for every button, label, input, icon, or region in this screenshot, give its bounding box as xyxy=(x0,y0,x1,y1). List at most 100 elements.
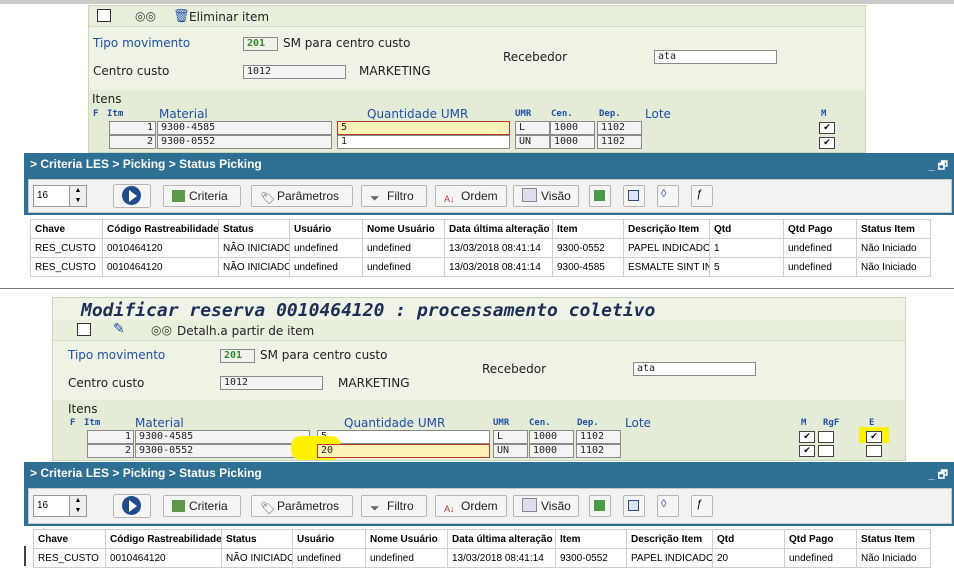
criteria-button[interactable]: Criteria xyxy=(163,185,241,207)
row-material[interactable]: 9300-4585 xyxy=(135,430,310,444)
centro-custo-field[interactable]: 1012 xyxy=(243,65,346,79)
col-chave[interactable]: Chave xyxy=(30,219,103,239)
page-size-spinner[interactable]: 16 ▲ ▼ xyxy=(33,185,87,207)
recebedor-field[interactable]: ata xyxy=(633,362,756,376)
col-status-item[interactable]: Status Item xyxy=(856,529,931,549)
glasses-icon[interactable]: ◎◎ xyxy=(151,323,172,337)
row-centro[interactable]: 1000 xyxy=(529,444,574,458)
filtro-label: Filtro xyxy=(387,189,414,203)
window-controls[interactable]: _ 🗗 xyxy=(928,466,948,485)
col-status[interactable]: Status xyxy=(221,529,293,549)
col-cen: Cen. xyxy=(529,418,551,428)
row-umr[interactable]: UN xyxy=(515,135,550,149)
filtro-button[interactable]: ⏷ Filtro xyxy=(361,185,427,207)
new-document-icon[interactable] xyxy=(77,323,91,336)
row-quantidade-input[interactable]: 5 xyxy=(337,121,510,135)
row-quantidade-input[interactable]: 20 xyxy=(317,444,490,458)
row-material[interactable]: 9300-0552 xyxy=(157,135,332,149)
row-quantidade-input[interactable]: 1 xyxy=(337,135,510,149)
save-button[interactable] xyxy=(623,495,645,517)
tipo-movimento-code[interactable]: 201 xyxy=(220,349,255,363)
row-m-checkbox[interactable]: ✔ xyxy=(819,122,835,134)
code-view-button[interactable]: ◊ xyxy=(657,495,679,517)
col-nome-usuario[interactable]: Nome Usuário xyxy=(362,219,445,239)
row-m-checkbox[interactable]: ✔ xyxy=(819,137,835,149)
code-view-button[interactable]: ◊ xyxy=(657,185,679,207)
row-deposito[interactable]: 1102 xyxy=(576,444,621,458)
criteria-button[interactable]: Criteria xyxy=(163,495,241,517)
visao-button[interactable]: Visão xyxy=(513,185,579,207)
col-data[interactable]: Data última alteração xyxy=(447,529,556,549)
run-button[interactable] xyxy=(113,184,151,208)
parametros-button[interactable]: 🏷 Parâmetros xyxy=(251,185,353,207)
export-excel-button[interactable] xyxy=(589,185,611,207)
col-item[interactable]: Item xyxy=(555,529,627,549)
page-size-spinner[interactable]: 16 ▲ ▼ xyxy=(33,495,87,517)
table-row[interactable]: RES_CUSTO 0010464120 NÃO INICIADO undefined… xyxy=(30,238,931,258)
criteria-icon xyxy=(172,500,185,512)
col-lote: Lote xyxy=(625,416,651,430)
col-data[interactable]: Data última alteração xyxy=(444,219,553,239)
export-excel-button[interactable] xyxy=(589,495,611,517)
col-codigo[interactable]: Código Rastreabilidade xyxy=(105,529,222,549)
col-nome-usuario[interactable]: Nome Usuário xyxy=(365,529,448,549)
col-usuario[interactable]: Usuário xyxy=(289,219,363,239)
row-centro[interactable]: 1000 xyxy=(550,121,595,135)
centro-custo-field[interactable]: 1012 xyxy=(220,376,323,390)
row-deposito[interactable]: 1102 xyxy=(597,135,642,149)
row-rgf-checkbox[interactable] xyxy=(818,431,834,443)
row-e-checkbox[interactable]: ✔ xyxy=(866,431,882,443)
row-centro[interactable]: 1000 xyxy=(529,430,574,444)
row-rgf-checkbox[interactable] xyxy=(818,445,834,457)
filtro-button[interactable]: ⏷ Filtro xyxy=(361,495,427,517)
tipo-movimento-code[interactable]: 201 xyxy=(243,37,278,51)
col-item[interactable]: Item xyxy=(552,219,624,239)
row-deposito[interactable]: 1102 xyxy=(597,121,642,135)
save-button[interactable] xyxy=(623,185,645,207)
table-row[interactable]: RES_CUSTO 0010464120 NÃO INICIADO undefined… xyxy=(33,548,931,568)
pencil-icon[interactable]: ✎ xyxy=(113,320,125,337)
row-centro[interactable]: 1000 xyxy=(550,135,595,149)
new-document-icon[interactable] xyxy=(97,9,111,22)
row-quantidade-input[interactable]: 5 xyxy=(317,430,490,444)
row-material[interactable]: 9300-0552 xyxy=(135,444,310,458)
parametros-button[interactable]: 🏷 Parâmetros xyxy=(251,495,353,517)
delete-item-button[interactable]: Eliminar item xyxy=(189,10,269,24)
row-m-checkbox[interactable]: ✔ xyxy=(799,431,815,443)
col-descricao[interactable]: Descrição Item xyxy=(623,219,710,239)
ordem-button[interactable]: A↓ Ordem xyxy=(435,185,507,207)
col-chave[interactable]: Chave xyxy=(33,529,106,549)
formula-button[interactable]: ƒ xyxy=(691,185,713,207)
breadcrumb[interactable]: > Criteria LES > Picking > Status Pickin… xyxy=(30,466,262,480)
row-umr[interactable]: L xyxy=(493,430,528,444)
row-umr[interactable]: L xyxy=(515,121,550,135)
formula-button[interactable]: ƒ xyxy=(691,495,713,517)
window-controls[interactable]: _ 🗗 xyxy=(928,157,948,176)
col-descricao[interactable]: Descrição Item xyxy=(626,529,713,549)
visao-button[interactable]: Visão xyxy=(513,495,579,517)
breadcrumb[interactable]: > Criteria LES > Picking > Status Pickin… xyxy=(30,157,262,171)
col-codigo[interactable]: Código Rastreabilidade xyxy=(102,219,219,239)
cell-status-item: Não Iniciado xyxy=(856,548,931,568)
row-deposito[interactable]: 1102 xyxy=(576,430,621,444)
spinner-arrows-icon[interactable]: ▲ ▼ xyxy=(69,496,86,516)
col-qtd-pago[interactable]: Qtd Pago xyxy=(783,219,857,239)
col-qtd[interactable]: Qtd xyxy=(709,219,784,239)
col-status[interactable]: Status xyxy=(218,219,290,239)
row-umr[interactable]: UN xyxy=(493,444,528,458)
col-qtd-pago[interactable]: Qtd Pago xyxy=(784,529,857,549)
col-status-item[interactable]: Status Item xyxy=(856,219,931,239)
detail-from-item-button[interactable]: Detalh.a partir de item xyxy=(177,324,314,338)
glasses-icon[interactable]: ◎◎ xyxy=(135,9,156,23)
col-usuario[interactable]: Usuário xyxy=(292,529,366,549)
table-row[interactable]: RES_CUSTO 0010464120 NÃO INICIADO undefined… xyxy=(30,257,931,277)
col-qtd[interactable]: Qtd xyxy=(712,529,785,549)
ordem-button[interactable]: A↓ Ordem xyxy=(435,495,507,517)
row-e-checkbox[interactable] xyxy=(866,445,882,457)
run-button[interactable] xyxy=(113,494,151,518)
trash-icon[interactable]: 🗑 xyxy=(173,8,190,24)
row-material[interactable]: 9300-4585 xyxy=(157,121,332,135)
spinner-arrows-icon[interactable]: ▲ ▼ xyxy=(69,186,86,206)
row-m-checkbox[interactable]: ✔ xyxy=(799,445,815,457)
recebedor-field[interactable]: ata xyxy=(654,50,777,64)
